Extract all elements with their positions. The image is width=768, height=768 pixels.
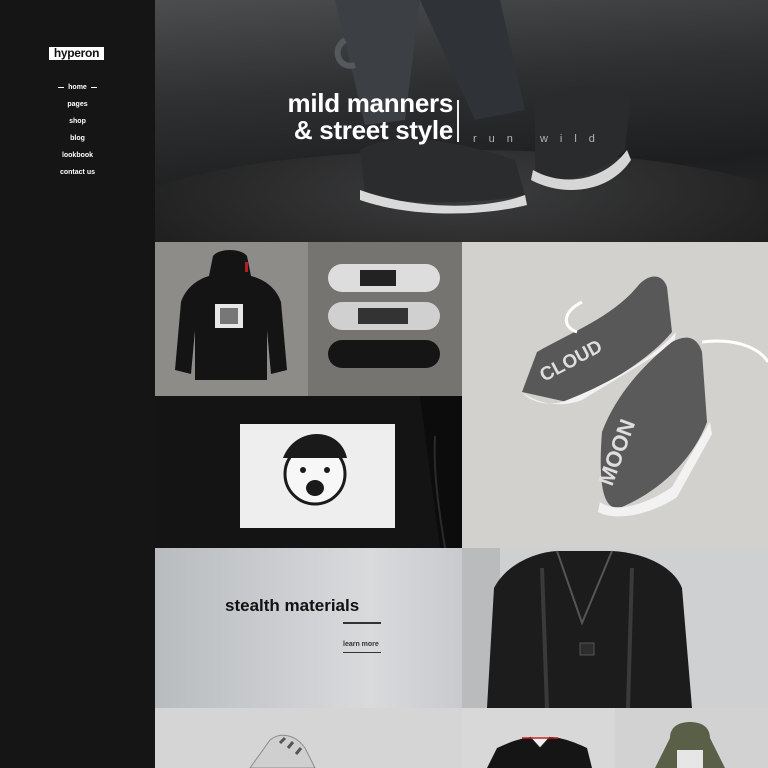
promo-title: stealth materials — [225, 596, 360, 615]
promo-divider — [343, 622, 381, 624]
page: hyperon home pages shop blog lookbook co… — [0, 0, 768, 768]
hero-divider — [457, 100, 459, 142]
hero-title-line-2: & street style — [293, 115, 453, 145]
jacket-back-tile[interactable] — [462, 548, 768, 708]
hero-banner: mild manners & street style run wild — [155, 0, 768, 242]
sneakers-tile[interactable]: CLOUD MOON — [462, 242, 768, 548]
green-hoodie-tile[interactable] — [615, 708, 768, 768]
patch-jacket-tile[interactable] — [155, 396, 462, 548]
sidebar: hyperon home pages shop blog lookbook co… — [0, 0, 155, 768]
nav-label: pages — [67, 101, 88, 108]
stealth-materials-promo: stealth materials learn more — [155, 548, 462, 708]
main-navigation: home pages shop blog lookbook contact us — [0, 79, 155, 181]
jacket-image — [462, 548, 692, 708]
patch-image — [240, 396, 462, 548]
nav-label: shop — [69, 118, 86, 125]
dash-icon — [58, 86, 65, 88]
nav-item-home[interactable]: home — [0, 79, 155, 96]
nav-item-lookbook[interactable]: lookbook — [0, 147, 155, 164]
polo-shirt-image — [487, 736, 592, 768]
hero-title-line-1: mild manners — [287, 88, 454, 118]
nav-item-blog[interactable]: blog — [0, 130, 155, 147]
nav-item-shop[interactable]: shop — [0, 113, 155, 130]
skateboards-image — [328, 264, 440, 368]
hoodie-skateboards-tile[interactable] — [155, 242, 462, 396]
nav-label: lookbook — [61, 152, 94, 159]
nav-label: blog — [70, 135, 85, 142]
nav-item-contact-us[interactable]: contact us — [0, 164, 155, 181]
shoe-image — [249, 734, 316, 768]
main-content: mild manners & street style run wild CLO… — [155, 0, 768, 768]
nav-label: contact us — [59, 169, 95, 176]
hero-title: mild manners & street style — [243, 88, 454, 145]
dash-icon — [90, 86, 97, 88]
nav-item-pages[interactable]: pages — [0, 96, 155, 113]
green-hoodie-image — [655, 722, 725, 768]
hoodie-image — [175, 250, 287, 380]
site-logo[interactable]: hyperon — [49, 47, 104, 60]
polo-shirt-tile[interactable] — [462, 708, 615, 768]
hero-subtitle: run wild — [473, 133, 607, 145]
bottom-shoe-tile[interactable] — [155, 708, 462, 768]
learn-more-link[interactable]: learn more — [343, 641, 379, 648]
sneakers-image: CLOUD MOON — [522, 276, 768, 517]
learn-more-underline — [343, 652, 381, 653]
nav-label: home — [68, 84, 87, 91]
